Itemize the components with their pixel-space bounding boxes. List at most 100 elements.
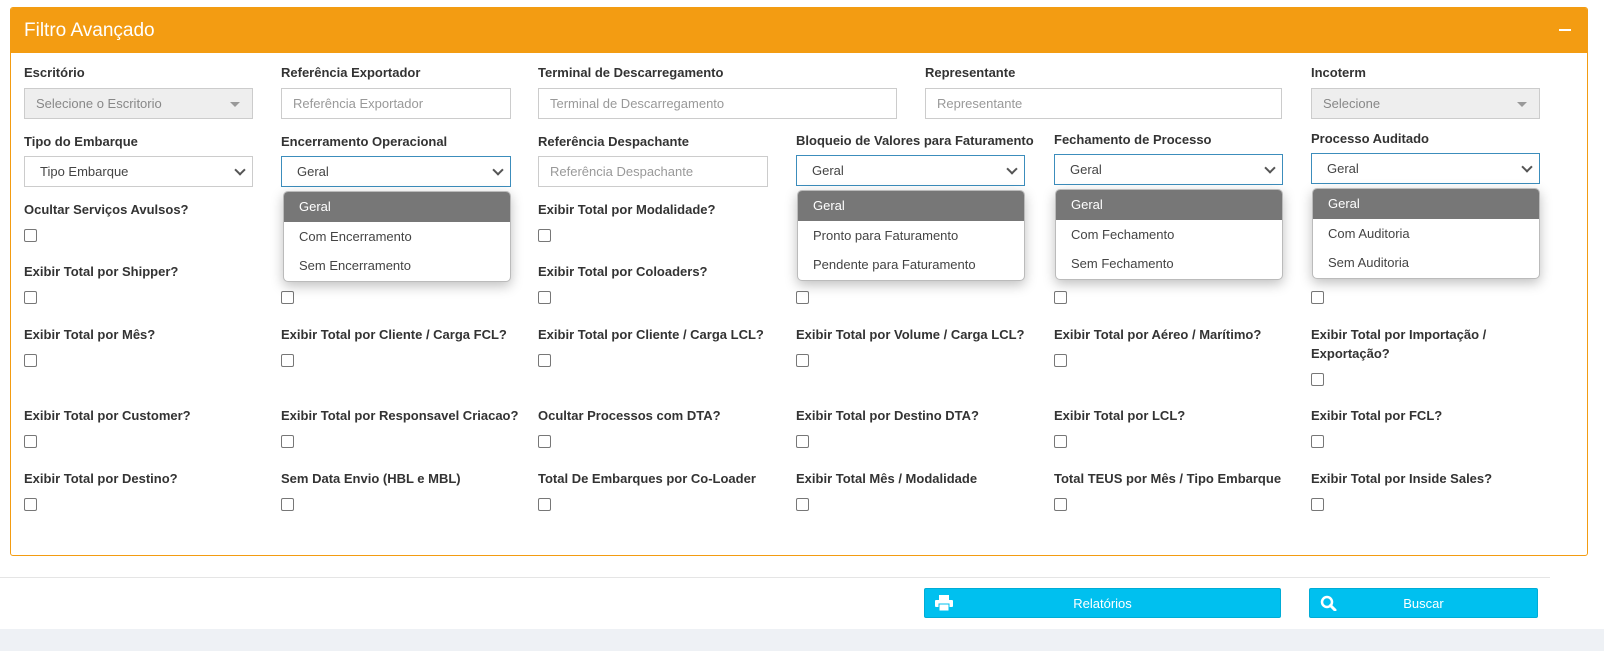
escritorio-select[interactable]: Selecione o Escritorio bbox=[24, 88, 253, 119]
encerramento-dropdown: Geral Com Encerramento Sem Encerramento bbox=[283, 191, 511, 282]
dropdown-option[interactable]: Pendente para Faturamento bbox=[798, 250, 1024, 280]
checkbox[interactable] bbox=[1311, 291, 1324, 304]
check-label: Exibir Total Mês / Modalidade bbox=[796, 471, 978, 486]
checkbox[interactable] bbox=[24, 435, 37, 448]
dropdown-option[interactable]: Sem Auditoria bbox=[1313, 248, 1539, 278]
fechamento-label: Fechamento de Processo bbox=[1054, 132, 1212, 147]
representante-placeholder: Representante bbox=[937, 96, 1023, 111]
auditado-dropdown: Geral Com Auditoria Sem Auditoria bbox=[1312, 188, 1540, 279]
check-label: Exibir Total por Inside Sales? bbox=[1311, 471, 1493, 486]
checkbox[interactable] bbox=[1311, 435, 1324, 448]
checkbox[interactable] bbox=[281, 354, 294, 367]
terminal-placeholder: Terminal de Descarregamento bbox=[550, 96, 725, 111]
buscar-button[interactable]: Buscar bbox=[1309, 588, 1538, 618]
checkbox[interactable] bbox=[538, 354, 551, 367]
representante-input[interactable]: Representante bbox=[925, 88, 1282, 119]
bloqueio-dropdown: Geral Pronto para Faturamento Pendente p… bbox=[797, 190, 1025, 281]
checkbox[interactable] bbox=[281, 498, 294, 511]
dropdown-option[interactable]: Sem Fechamento bbox=[1056, 249, 1282, 279]
checkbox[interactable] bbox=[796, 435, 809, 448]
dropdown-option[interactable]: Geral bbox=[1313, 189, 1539, 219]
check-label: Exibir Total por Cliente / Carga FCL? bbox=[281, 327, 507, 342]
ref-exportador-input[interactable]: Referência Exportador bbox=[281, 88, 511, 119]
escritorio-placeholder: Selecione o Escritorio bbox=[36, 96, 162, 111]
checkbox[interactable] bbox=[1054, 435, 1067, 448]
fechamento-dropdown: Geral Com Fechamento Sem Fechamento bbox=[1055, 189, 1283, 280]
checkbox[interactable] bbox=[1311, 373, 1324, 386]
relatorios-label: Relatórios bbox=[1073, 596, 1132, 611]
checkbox[interactable] bbox=[538, 498, 551, 511]
minus-icon[interactable] bbox=[1555, 20, 1575, 40]
checkbox[interactable] bbox=[281, 291, 294, 304]
dropdown-option[interactable]: Geral bbox=[1056, 190, 1282, 220]
bloqueio-select[interactable]: Geral bbox=[796, 155, 1025, 186]
auditado-value: Geral bbox=[1327, 161, 1359, 176]
check-label: Exibir Total por Responsavel Criacao? bbox=[281, 408, 519, 423]
dropdown-option[interactable]: Com Fechamento bbox=[1056, 220, 1282, 250]
check-label: Exibir Total por FCL? bbox=[1311, 408, 1443, 423]
tipo-embarque-value: Tipo Embarque bbox=[40, 164, 129, 179]
dropdown-option[interactable]: Pronto para Faturamento bbox=[798, 221, 1024, 251]
check-label: Total TEUS por Mês / Tipo Embarque bbox=[1054, 471, 1282, 486]
chevron-down-icon bbox=[1006, 163, 1018, 175]
checkbox[interactable] bbox=[796, 354, 809, 367]
representante-label: Representante bbox=[925, 65, 1016, 80]
fechamento-value: Geral bbox=[1070, 162, 1102, 177]
dropdown-option[interactable]: Sem Encerramento bbox=[284, 251, 510, 281]
terminal-input[interactable]: Terminal de Descarregamento bbox=[538, 88, 897, 119]
checkbox[interactable] bbox=[538, 291, 551, 304]
relatorios-button[interactable]: Relatórios bbox=[924, 588, 1281, 618]
tipo-embarque-select[interactable]: Tipo Embarque bbox=[24, 156, 253, 187]
check-label: Exibir Total por Modalidade? bbox=[538, 202, 716, 217]
encerramento-select[interactable]: Geral bbox=[281, 156, 511, 187]
check-label: Exibir Total por Aéreo / Marítimo? bbox=[1054, 327, 1262, 342]
checkbox[interactable] bbox=[1054, 498, 1067, 511]
check-label: Exibir Total por Coloaders? bbox=[538, 264, 708, 279]
checkbox[interactable] bbox=[796, 291, 809, 304]
dropdown-option[interactable]: Geral bbox=[284, 192, 510, 222]
chevron-down-icon bbox=[492, 164, 504, 176]
bloqueio-value: Geral bbox=[812, 163, 844, 178]
check-label: Exibir Total por Volume / Carga LCL? bbox=[796, 327, 1025, 342]
terminal-label: Terminal de Descarregamento bbox=[538, 65, 724, 80]
caret-down-icon bbox=[1517, 102, 1527, 107]
ref-exportador-placeholder: Referência Exportador bbox=[293, 96, 424, 111]
dropdown-option[interactable]: Com Auditoria bbox=[1313, 219, 1539, 249]
escritorio-label: Escritório bbox=[24, 65, 85, 80]
page-background bbox=[0, 629, 1604, 651]
ref-despachante-input[interactable]: Referência Despachante bbox=[538, 156, 768, 187]
checkbox[interactable] bbox=[1054, 354, 1067, 367]
incoterm-select[interactable]: Selecione bbox=[1311, 88, 1540, 119]
check-label: Exibir Total por Destino? bbox=[24, 471, 178, 486]
check-label: Exibir Total por Shipper? bbox=[24, 264, 179, 279]
checkbox[interactable] bbox=[24, 291, 37, 304]
check-label: Total De Embarques por Co-Loader bbox=[538, 471, 756, 486]
caret-down-icon bbox=[230, 102, 240, 107]
checkbox[interactable] bbox=[24, 229, 37, 242]
checkbox[interactable] bbox=[24, 354, 37, 367]
check-label: Exibir Total por Mês? bbox=[24, 327, 156, 342]
incoterm-label: Incoterm bbox=[1311, 65, 1366, 80]
panel-header: Filtro Avançado bbox=[11, 8, 1587, 53]
check-label: Exibir Total por Importação / Exportação… bbox=[1311, 327, 1487, 361]
checkbox[interactable] bbox=[24, 498, 37, 511]
check-label: Exibir Total por Cliente / Carga LCL? bbox=[538, 327, 764, 342]
checkbox[interactable] bbox=[1311, 498, 1324, 511]
check-label: Sem Data Envio (HBL e MBL) bbox=[281, 471, 461, 486]
check-label: Exibir Total por Destino DTA? bbox=[796, 408, 979, 423]
auditado-select[interactable]: Geral bbox=[1311, 153, 1540, 184]
dropdown-option[interactable]: Geral bbox=[798, 191, 1024, 221]
checkbox[interactable] bbox=[538, 435, 551, 448]
incoterm-placeholder: Selecione bbox=[1323, 96, 1381, 111]
dropdown-option[interactable]: Com Encerramento bbox=[284, 222, 510, 252]
encerramento-value: Geral bbox=[297, 164, 329, 179]
ref-despachante-label: Referência Despachante bbox=[538, 134, 690, 149]
encerramento-label: Encerramento Operacional bbox=[281, 134, 448, 149]
checkbox[interactable] bbox=[281, 435, 294, 448]
checkbox[interactable] bbox=[538, 229, 551, 242]
chevron-down-icon bbox=[1264, 162, 1276, 174]
checkbox[interactable] bbox=[796, 498, 809, 511]
checkbox[interactable] bbox=[1054, 291, 1067, 304]
fechamento-select[interactable]: Geral bbox=[1054, 154, 1283, 185]
chevron-down-icon bbox=[234, 164, 246, 176]
